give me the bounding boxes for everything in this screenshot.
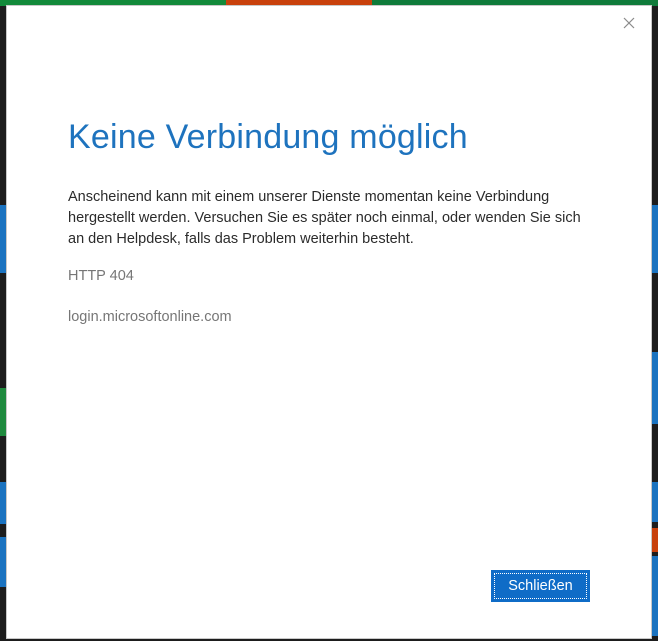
background-tile [652, 352, 658, 424]
host-name: login.microsoftonline.com [68, 309, 232, 325]
close-icon[interactable] [621, 15, 637, 31]
error-dialog: Keine Verbindung möglich Anscheinend kan… [6, 5, 652, 639]
dialog-title: Keine Verbindung möglich [68, 118, 468, 156]
background-tile [652, 528, 658, 552]
background-tile [652, 482, 658, 522]
error-message: Anscheinend kann mit einem unserer Diens… [68, 189, 581, 247]
status-code: HTTP 404 [68, 268, 134, 284]
background-tile [652, 205, 658, 273]
background-tile [652, 556, 658, 636]
close-button[interactable]: Schließen [491, 570, 590, 602]
